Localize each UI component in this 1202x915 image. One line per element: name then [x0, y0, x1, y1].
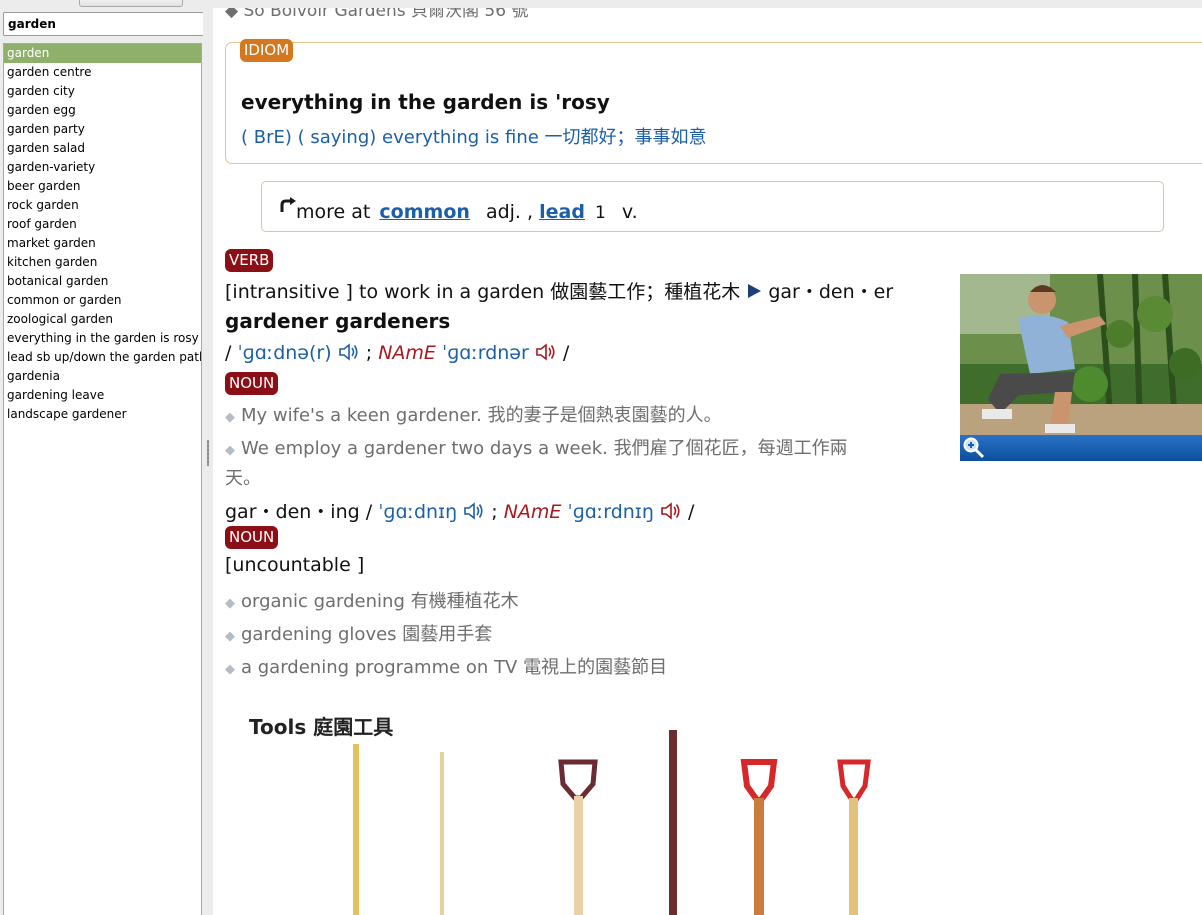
bullet-icon: ◆ [225, 410, 235, 425]
word-list-item[interactable]: botanical garden [4, 272, 201, 291]
word-list-item[interactable]: lead sb up/down the garden path [4, 348, 201, 367]
word-list-item[interactable]: garden-variety [4, 158, 201, 177]
word-list-item[interactable]: roof garden [4, 215, 201, 234]
play-triangle-icon [748, 284, 762, 298]
gardener-forms: gardener gardeners [225, 309, 451, 333]
link-lead-num: 1 [594, 203, 606, 223]
word-list-item[interactable]: garden salad [4, 139, 201, 158]
verb-sense: [intransitive ] to work in a garden 做園藝工… [225, 277, 893, 304]
gardening-name-label: NAmE [503, 501, 562, 523]
idiom-badge: IDIOM [240, 39, 294, 62]
word-list-item[interactable]: garden egg [4, 101, 201, 120]
gardening-headword: gar・den・ing [225, 501, 360, 523]
bullet-icon: ◆ [225, 662, 235, 677]
idiom-definition: everything is fine 一切都好；事事如意 [382, 127, 707, 148]
word-list[interactable]: garden garden centre garden city garden egg… [3, 43, 202, 915]
word-list-item[interactable]: common or garden [4, 291, 201, 310]
speaker-icon[interactable] [535, 342, 557, 362]
gardener-pron-line: / ˈɡɑːdnə(r) ; NAmE ˈɡɑːrdnər / [225, 342, 570, 364]
gardener-photo[interactable] [960, 274, 1202, 461]
more-at-line: more at common adj. , lead 1 v. [278, 196, 638, 223]
verb-badge: VERB [225, 249, 274, 272]
verb-definition: to work in a garden 做園藝工作；種植花木 [359, 281, 741, 303]
gardener-example-2: ◆ We employ a gardener two days a week. 我… [225, 438, 848, 459]
photo-caption-bar [960, 435, 1202, 461]
bullet-icon: ◆ [225, 596, 235, 611]
gardening-example-2: ◆ gardening gloves 園藝用手套 [225, 624, 493, 645]
verb-grammar: [intransitive ] [225, 281, 353, 303]
panel-splitter[interactable] [203, 0, 213, 915]
gardener-noun-badge: NOUN [225, 372, 279, 395]
gardening-example-3: ◆ a gardening programme on TV 電視上的園藝節目 [225, 657, 668, 678]
word-list-item[interactable]: kitchen garden [4, 253, 201, 272]
bullet-icon: ◆ [225, 629, 235, 644]
splitter-grip[interactable] [207, 440, 209, 466]
word-list-item[interactable]: garden party [4, 120, 201, 139]
word-list-item[interactable]: garden city [4, 82, 201, 101]
cut-off-example: ◆ So Bolvoir Gardens 貝爾沃閣 56 號 [225, 8, 529, 21]
gardening-pron-br: ˈɡɑːdnɪŋ [378, 501, 458, 523]
link-lead-pos: v. [621, 201, 638, 223]
word-list-panel: gardengarden centregarden citygarden egg… [0, 0, 205, 915]
content-top-strip [213, 0, 1202, 8]
word-list-item[interactable]: garden [4, 44, 201, 63]
idiom-headword: everything in the garden is 'rosy [241, 90, 610, 114]
word-list-item[interactable]: rock garden [4, 196, 201, 215]
speaker-icon[interactable] [463, 501, 485, 521]
zoom-icon[interactable] [962, 436, 986, 460]
speaker-icon[interactable] [338, 342, 360, 362]
entry-content: ◆ So Bolvoir Gardens 貝爾沃閣 56 號 IDIOM eve… [213, 8, 1202, 915]
gardener-name-label: NAmE [378, 342, 436, 364]
arrow-icon [280, 197, 296, 212]
idiom-box: IDIOM everything in the garden is 'rosy … [225, 39, 1202, 164]
idiom-definition-line: ( BrE) ( saying) everything is fine 一切都好… [241, 123, 707, 149]
gardening-grammar: [uncountable ] [225, 554, 365, 576]
idiom-labels: ( BrE) ( saying) [241, 127, 377, 148]
word-list-item[interactable]: garden centre [4, 63, 201, 82]
word-list-item[interactable]: everything in the garden is rosy [4, 329, 201, 348]
toolbar-button[interactable] [79, 0, 183, 7]
word-list-item[interactable]: beer garden [4, 177, 201, 196]
more-at-box: more at common adj. , lead 1 v. [261, 181, 1164, 232]
link-lead[interactable]: lead [539, 201, 585, 223]
tools-illustration[interactable] [333, 726, 893, 915]
word-list-item[interactable]: gardenia [4, 367, 201, 386]
gardening-pron-am: ˈɡɑːrdnɪŋ [567, 501, 654, 523]
bullet-icon: ◆ [225, 443, 235, 458]
gardening-noun-badge: NOUN [225, 526, 279, 549]
verb-derivative: gar・den・er [768, 281, 894, 303]
gardener-example-2-wrap: 天。 [225, 468, 261, 489]
search-input[interactable] [3, 12, 205, 36]
more-at-prefix: more at [296, 201, 371, 223]
word-list-item[interactable]: zoological garden [4, 310, 201, 329]
gardener-pron-br: ˈɡɑːdnə(r) [237, 342, 332, 364]
link-common[interactable]: common [379, 201, 470, 223]
gardener-pron-am: ˈɡɑːrdnər [441, 342, 529, 364]
photo-image [960, 274, 1202, 461]
gardener-example-1: ◆ My wife's a keen gardener. 我的妻子是個熱衷園藝的人… [225, 405, 722, 426]
speaker-icon[interactable] [660, 501, 682, 521]
gardening-example-1: ◆ organic gardening 有機種植花木 [225, 591, 519, 612]
link-common-pos: adj. , [485, 201, 534, 223]
word-list-item[interactable]: gardening leave [4, 386, 201, 405]
gardening-headline: gar・den・ing / ˈɡɑːdnɪŋ ; NAmE ˈɡɑːrdnɪŋ … [225, 501, 695, 523]
word-list-item[interactable]: landscape gardener [4, 405, 201, 424]
word-list-item[interactable]: market garden [4, 234, 201, 253]
